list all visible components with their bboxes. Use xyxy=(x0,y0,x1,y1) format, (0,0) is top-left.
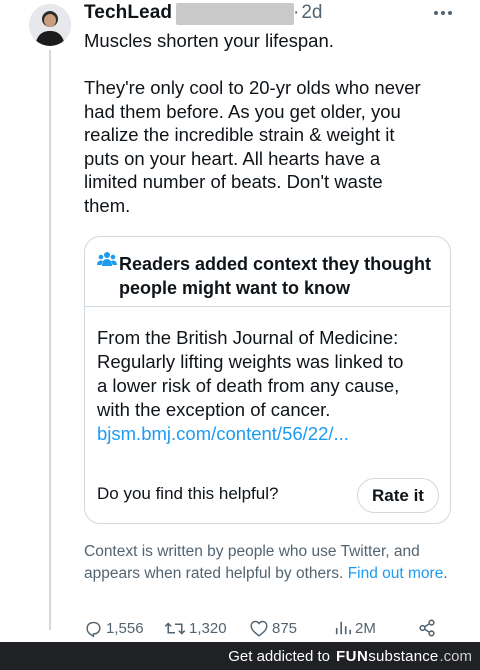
context-trailing-period: . xyxy=(443,565,448,582)
views-button[interactable]: 2M xyxy=(334,617,376,639)
community-note-text: From the British Journal of Medicine: Re… xyxy=(97,327,404,420)
tweet-text-line: Muscles shorten your lifespan. xyxy=(84,30,334,51)
watermark-brand-domain: .com xyxy=(439,647,472,665)
retweet-icon xyxy=(164,621,186,635)
tweet-text: Muscles shorten your lifespan. They're o… xyxy=(84,29,454,217)
views-icon xyxy=(335,621,352,635)
tweet-page: TechLead · 2d Muscles shorten your lifesp… xyxy=(0,0,480,670)
community-note-card: Readers added context they thought peopl… xyxy=(84,236,451,524)
views-count: 2M xyxy=(355,619,376,637)
reply-icon xyxy=(86,621,101,637)
watermark-text: Get addicted to xyxy=(228,647,330,665)
watermark-bar: Get addicted to FUN substance .com xyxy=(0,642,480,670)
community-note-header: Readers added context they thought peopl… xyxy=(85,237,450,307)
share-icon xyxy=(419,619,435,637)
time-ago: 2d xyxy=(301,2,323,23)
community-note-title: Readers added context they thought peopl… xyxy=(119,254,432,298)
watermark-brand-fun: FUN xyxy=(335,647,369,665)
rating-prompt: Do you find this helpful? Rate it xyxy=(85,467,450,523)
author-name[interactable]: TechLead xyxy=(84,2,172,24)
thread-line xyxy=(49,50,51,630)
more-icon-glyph xyxy=(434,11,452,15)
rate-it-button[interactable]: Rate it xyxy=(357,478,439,513)
tweet-text-line: They're only cool to 20-yr olds who neve… xyxy=(84,77,421,216)
separator-dot: · xyxy=(293,2,300,23)
like-icon xyxy=(250,620,268,637)
community-note-body: From the British Journal of Medicine: Re… xyxy=(97,326,442,446)
more-icon[interactable] xyxy=(432,2,454,24)
retweet-count: 1,320 xyxy=(189,619,227,637)
people-icon xyxy=(97,251,117,267)
timestamp[interactable]: · 2d xyxy=(293,2,322,24)
retweet-button[interactable]: 1,320 xyxy=(164,617,227,639)
watermark-brand-substance: substance xyxy=(368,647,439,665)
action-bar: 1,556 1,320 875 2M xyxy=(84,617,454,639)
find-out-more-link[interactable]: Find out more xyxy=(348,565,444,582)
like-count: 875 xyxy=(272,619,298,637)
reply-button[interactable]: 1,556 xyxy=(84,617,144,639)
redacted-handle xyxy=(176,3,294,25)
context-disclaimer: Context is written by people who use Twi… xyxy=(84,541,459,585)
helpful-question: Do you find this helpful? xyxy=(97,484,279,503)
watermark-logo: FUN substance .com xyxy=(336,648,472,665)
share-button[interactable] xyxy=(418,617,439,639)
avatar[interactable] xyxy=(29,4,71,46)
reply-count: 1,556 xyxy=(106,619,144,637)
source-link[interactable]: bjsm.bmj.com/content/56/22/... xyxy=(97,422,442,446)
like-button[interactable]: 875 xyxy=(249,617,297,639)
